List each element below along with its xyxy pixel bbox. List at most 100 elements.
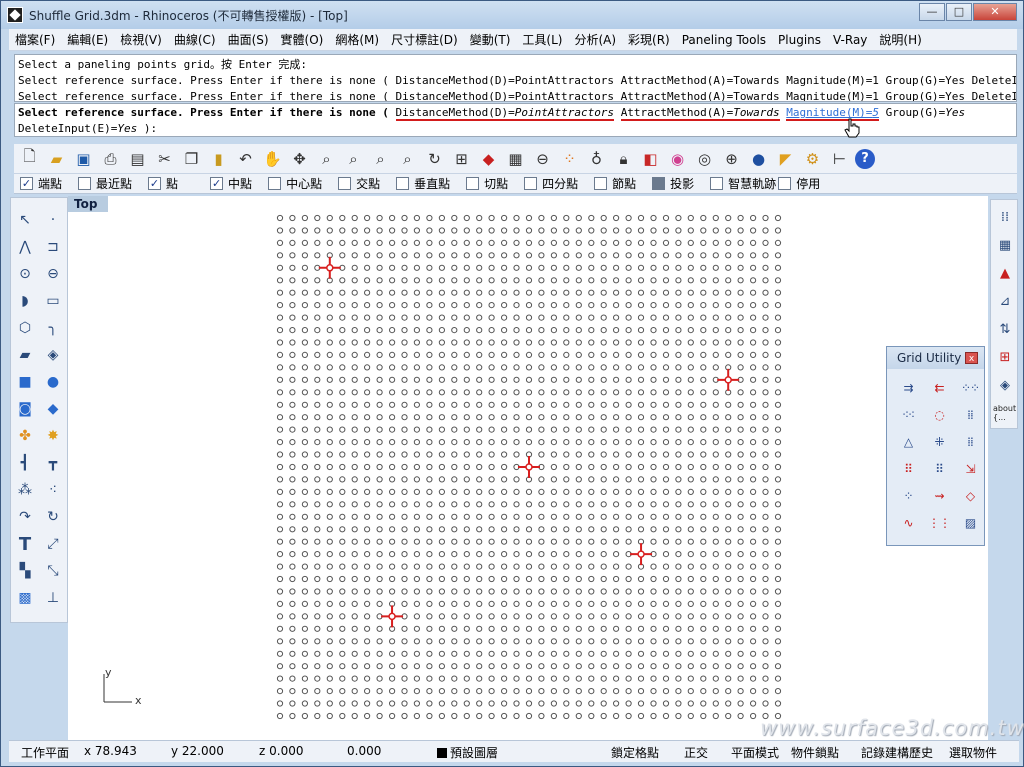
grid-point[interactable] — [588, 214, 595, 222]
grid-point[interactable] — [339, 563, 346, 570]
grid-point[interactable] — [774, 700, 782, 707]
grid-point[interactable] — [737, 526, 744, 533]
grid-point[interactable] — [351, 214, 358, 222]
grid-point[interactable] — [289, 575, 296, 583]
flag-icon[interactable]: ◤ — [774, 147, 797, 170]
grid-point[interactable] — [501, 351, 508, 358]
grid-point[interactable] — [700, 414, 707, 421]
grid-point[interactable] — [737, 414, 744, 421]
grid-point[interactable] — [513, 613, 520, 620]
grid-point[interactable] — [774, 563, 782, 570]
grid-point[interactable] — [501, 401, 508, 408]
grid-point[interactable] — [725, 625, 732, 632]
status-layer[interactable]: 預設圖層 — [437, 744, 498, 761]
grid-point[interactable] — [413, 600, 420, 607]
grid-point[interactable] — [700, 327, 707, 334]
grid-point[interactable] — [451, 613, 458, 620]
grid-point[interactable] — [575, 501, 582, 508]
grid-point[interactable] — [438, 700, 445, 707]
grid-point[interactable] — [662, 252, 670, 259]
grid-point[interactable] — [513, 600, 520, 607]
split-icon[interactable]: ┳ — [41, 451, 65, 475]
grid-point[interactable] — [762, 227, 769, 234]
grid-point[interactable] — [774, 327, 782, 334]
grid-point[interactable] — [426, 625, 433, 632]
grid-point[interactable] — [501, 414, 508, 421]
grid-point[interactable] — [762, 314, 769, 321]
grid-point[interactable] — [575, 227, 582, 234]
grid-point[interactable] — [389, 277, 396, 284]
grid-point[interactable] — [575, 364, 582, 371]
grid-point[interactable] — [364, 364, 371, 371]
grid-point[interactable] — [637, 401, 645, 408]
grid-point[interactable] — [438, 227, 445, 234]
grid-point[interactable] — [725, 401, 732, 408]
grid-point[interactable] — [588, 712, 595, 720]
grid-point[interactable] — [675, 277, 682, 284]
grid-point[interactable] — [650, 538, 657, 545]
grid-point[interactable] — [426, 526, 433, 533]
grid-point[interactable] — [463, 563, 470, 570]
grid-point[interactable] — [513, 712, 520, 720]
osnap-checkbox[interactable] — [396, 177, 410, 190]
grid-point[interactable] — [550, 488, 557, 495]
grid-point[interactable] — [276, 376, 284, 383]
grid-point[interactable] — [525, 314, 533, 321]
grid-point[interactable] — [750, 501, 757, 508]
grid-point[interactable] — [700, 314, 707, 321]
grid-point[interactable] — [351, 401, 358, 408]
grid-point[interactable] — [276, 252, 284, 259]
grid-point[interactable] — [438, 439, 445, 446]
grid-point[interactable] — [700, 302, 707, 309]
grid-point[interactable] — [625, 476, 632, 483]
grid-point[interactable] — [376, 575, 383, 583]
grid-point[interactable] — [600, 252, 607, 259]
grid-point[interactable] — [700, 339, 707, 346]
grid-point[interactable] — [463, 488, 470, 495]
grid-point[interactable] — [700, 501, 707, 508]
grid-point[interactable] — [675, 451, 682, 458]
grid-point[interactable] — [712, 526, 719, 533]
osnap-checkbox[interactable] — [338, 177, 352, 190]
grid-point[interactable] — [712, 227, 719, 234]
grid-point[interactable] — [438, 712, 445, 720]
grid-point[interactable] — [389, 227, 396, 234]
grid-point[interactable] — [588, 650, 595, 657]
grid-point[interactable] — [476, 314, 483, 321]
grid-point[interactable] — [289, 675, 296, 682]
grid-point[interactable] — [289, 600, 296, 607]
grid-point[interactable] — [687, 476, 694, 483]
grid-point[interactable] — [326, 712, 333, 720]
grid-point[interactable] — [525, 389, 533, 396]
grid-point[interactable] — [650, 476, 657, 483]
grid-point[interactable] — [364, 563, 371, 570]
osnap-smarttrack[interactable]: 智慧軌跡 — [710, 175, 776, 192]
grid-point[interactable] — [376, 451, 383, 458]
grid-point[interactable] — [276, 488, 284, 495]
grid-point[interactable] — [289, 476, 296, 483]
grid-point[interactable] — [289, 289, 296, 296]
grid-point[interactable] — [501, 476, 508, 483]
menu-transform[interactable]: 變動(T) — [464, 31, 517, 48]
grid-point[interactable] — [463, 513, 470, 520]
grid-point[interactable] — [513, 327, 520, 334]
grid-point[interactable] — [389, 264, 396, 271]
grid-point[interactable] — [712, 563, 719, 570]
shift-grid-icon[interactable]: ⇉ — [894, 375, 922, 400]
grid-point[interactable] — [326, 613, 333, 620]
grid-point[interactable] — [687, 302, 694, 309]
grid-point[interactable] — [675, 426, 682, 433]
grid-point[interactable] — [725, 289, 732, 296]
grid-point[interactable] — [575, 625, 582, 632]
grid-point[interactable] — [762, 277, 769, 284]
grid-point[interactable] — [301, 214, 308, 222]
grid-point[interactable] — [762, 463, 769, 471]
grid-point[interactable] — [513, 513, 520, 520]
grid-point[interactable] — [438, 463, 445, 471]
grid-point[interactable] — [563, 277, 570, 284]
grid-point[interactable] — [364, 264, 371, 271]
grid-point[interactable] — [426, 476, 433, 483]
grid-point[interactable] — [301, 376, 308, 383]
grid-point[interactable] — [550, 389, 557, 396]
grid-point[interactable] — [774, 239, 782, 247]
